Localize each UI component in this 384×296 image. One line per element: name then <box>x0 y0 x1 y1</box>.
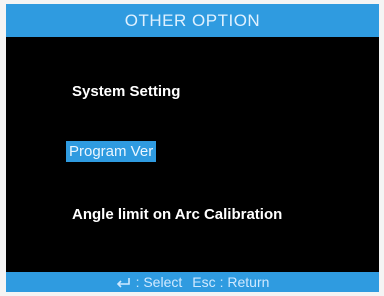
select-hint-label: : Select <box>135 274 183 290</box>
esc-key-label: Esc <box>192 274 216 290</box>
return-hint-label: : Return <box>219 274 270 290</box>
title-bar: OTHER OPTION <box>6 4 379 37</box>
select-hint: : Select <box>116 274 183 290</box>
return-hint: Esc: Return <box>192 274 269 290</box>
enter-icon <box>116 276 132 288</box>
page-title: OTHER OPTION <box>124 10 261 30</box>
lcd-screen: OTHER OPTION System Setting Program Ver … <box>6 4 379 292</box>
menu-item-system-setting[interactable]: System Setting <box>69 81 183 102</box>
menu-item-program-ver[interactable]: Program Ver <box>66 141 157 162</box>
device-bezel: OTHER OPTION System Setting Program Ver … <box>0 0 384 296</box>
menu-item-angle-limit-arc-calibration[interactable]: Angle limit on Arc Calibration <box>69 204 285 225</box>
footer-hint-bar: : Select Esc: Return <box>6 272 379 292</box>
